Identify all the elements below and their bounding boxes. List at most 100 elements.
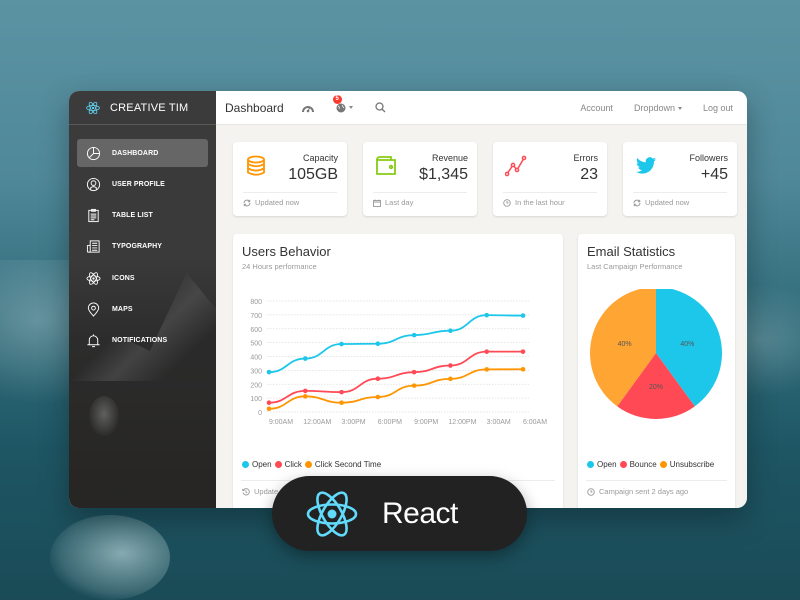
stat-card-capacity: Capacity 105GB Updated now — [233, 142, 347, 216]
data-point — [448, 363, 453, 368]
legend-item-open: Open — [587, 460, 617, 469]
legend-label: Click — [284, 460, 302, 469]
map-pin-icon — [85, 301, 101, 317]
stat-footer: Updated now — [243, 198, 299, 207]
sidebar-item-icons[interactable]: ICONS — [77, 264, 208, 292]
chevron-down-icon — [677, 107, 682, 111]
divider — [503, 192, 597, 193]
notifications-dropdown[interactable]: 5 — [332, 94, 353, 113]
sidebar-item-label: USER PROFILE — [112, 180, 165, 188]
globe-icon — [336, 103, 346, 112]
calendar-icon — [373, 199, 381, 207]
pie-slice-label: 20% — [649, 384, 663, 391]
stat-value: $1,345 — [419, 166, 468, 183]
y-tick-label: 800 — [250, 299, 262, 306]
topbar-links: Account Dropdown Log out — [559, 91, 733, 125]
account-link[interactable]: Account — [580, 103, 613, 113]
logout-link[interactable]: Log out — [703, 103, 733, 113]
legend-label: Open — [252, 460, 272, 469]
legend-label: Click Second Time — [314, 460, 382, 469]
legend-item-click-second-time: Click Second Time — [304, 460, 382, 469]
divider — [586, 480, 727, 481]
legend-item-bounce: Bounce — [619, 460, 657, 469]
y-tick-label: 0 — [258, 410, 262, 417]
sidebar-background-sheep — [89, 396, 119, 436]
data-point — [448, 376, 453, 382]
stat-title: Capacity — [302, 153, 338, 163]
y-tick-label: 200 — [250, 382, 262, 389]
data-point — [339, 341, 344, 347]
stat-footer: Updated now — [633, 198, 689, 207]
y-tick-label: 600 — [250, 327, 262, 334]
card-title: Users Behavior — [242, 244, 331, 259]
data-point — [484, 367, 490, 372]
sidebar-item-label: ICONS — [112, 274, 135, 282]
main-content: Dashboard 5 Account Dropdown Log out Cap… — [216, 91, 747, 508]
clock-icon — [503, 198, 511, 207]
y-tick-label: 300 — [250, 368, 262, 375]
legend-label: Open — [597, 460, 617, 469]
y-tick-label: 500 — [250, 341, 262, 348]
dropdown-menu[interactable]: Dropdown — [634, 103, 682, 113]
stat-footer: Last day — [373, 198, 413, 207]
email-statistics-card: Email Statistics Last Campaign Performan… — [578, 234, 735, 508]
pie-slice-label: 40% — [680, 341, 694, 348]
legend-item-unsubscribe: Unsubscribe — [659, 460, 714, 469]
users-behavior-card: Users Behavior 24 Hours performance 0 100… — [233, 234, 563, 508]
react-atom-icon — [306, 490, 358, 537]
legend-label: Bounce — [629, 460, 657, 469]
dashboard-gauge-icon[interactable] — [301, 103, 314, 113]
background-sheep — [50, 515, 170, 600]
brand[interactable]: CREATIVE TIM — [69, 91, 216, 125]
legend-swatch — [274, 461, 282, 468]
data-point — [266, 406, 272, 412]
x-tick-label: 3:00AM — [487, 419, 511, 426]
sidebar-item-maps[interactable]: MAPS — [77, 295, 208, 323]
card-footer-text: Campaign sent 2 days ago — [599, 487, 689, 496]
bell-icon — [85, 333, 101, 349]
data-point — [302, 394, 308, 399]
sidebar: CREATIVE TIM DASHBOARD USER PROFILE TABL… — [69, 91, 216, 508]
legend-swatch — [619, 461, 627, 468]
card-footer: Campaign sent 2 days ago — [587, 487, 688, 496]
x-tick-label: 6:00AM — [523, 419, 547, 426]
card-footer: Update — [242, 487, 278, 496]
dropdown-label: Dropdown — [633, 103, 675, 113]
newspaper-icon — [85, 239, 101, 255]
atom-icon — [85, 270, 101, 286]
sidebar-item-table-list[interactable]: TABLE LIST — [77, 202, 208, 230]
data-point — [266, 369, 272, 375]
data-point — [520, 349, 526, 354]
chevron-down-icon — [348, 106, 353, 109]
data-point — [448, 328, 453, 333]
sidebar-item-typography[interactable]: TYPOGRAPHY — [77, 233, 208, 261]
data-point — [339, 389, 344, 395]
x-tick-label: 9:00AM — [269, 419, 293, 426]
x-tick-label: 6:00PM — [378, 419, 402, 426]
pie-slice-label: 40% — [618, 341, 632, 348]
data-point — [266, 400, 272, 406]
x-tick-label: 3:00PM — [342, 419, 366, 426]
chart-legend: Open Click Click Second Time — [242, 460, 384, 469]
sidebar-item-label: TYPOGRAPHY — [112, 243, 163, 251]
sidebar-item-label: NOTIFICATIONS — [112, 337, 168, 345]
wallet-icon — [376, 156, 396, 175]
sidebar-item-label: DASHBOARD — [112, 149, 159, 157]
notification-count-badge: 5 — [332, 94, 342, 104]
data-point — [411, 383, 417, 388]
user-circle-icon — [85, 176, 101, 192]
topbar: Dashboard 5 Account Dropdown Log out — [216, 91, 747, 125]
sidebar-item-dashboard[interactable]: DASHBOARD — [77, 139, 208, 167]
graph-icon — [505, 155, 527, 177]
chart-legend: Open Bounce Unsubscribe — [587, 460, 717, 469]
twitter-icon — [635, 157, 657, 174]
sidebar-item-notifications[interactable]: NOTIFICATIONS — [77, 327, 208, 355]
legend-item-open: Open — [242, 460, 272, 469]
legend-swatch — [242, 461, 249, 468]
page-title[interactable]: Dashboard — [225, 101, 284, 115]
x-tick-label: 12:00PM — [448, 419, 476, 426]
users-behavior-line-chart: 0 100 200 300 400 500 600 700 800 9:00AM 12:00AM 3:… — [250, 299, 547, 426]
search-icon[interactable] — [375, 102, 386, 113]
x-tick-label: 12:00AM — [303, 419, 331, 426]
sidebar-item-user-profile[interactable]: USER PROFILE — [77, 170, 208, 198]
